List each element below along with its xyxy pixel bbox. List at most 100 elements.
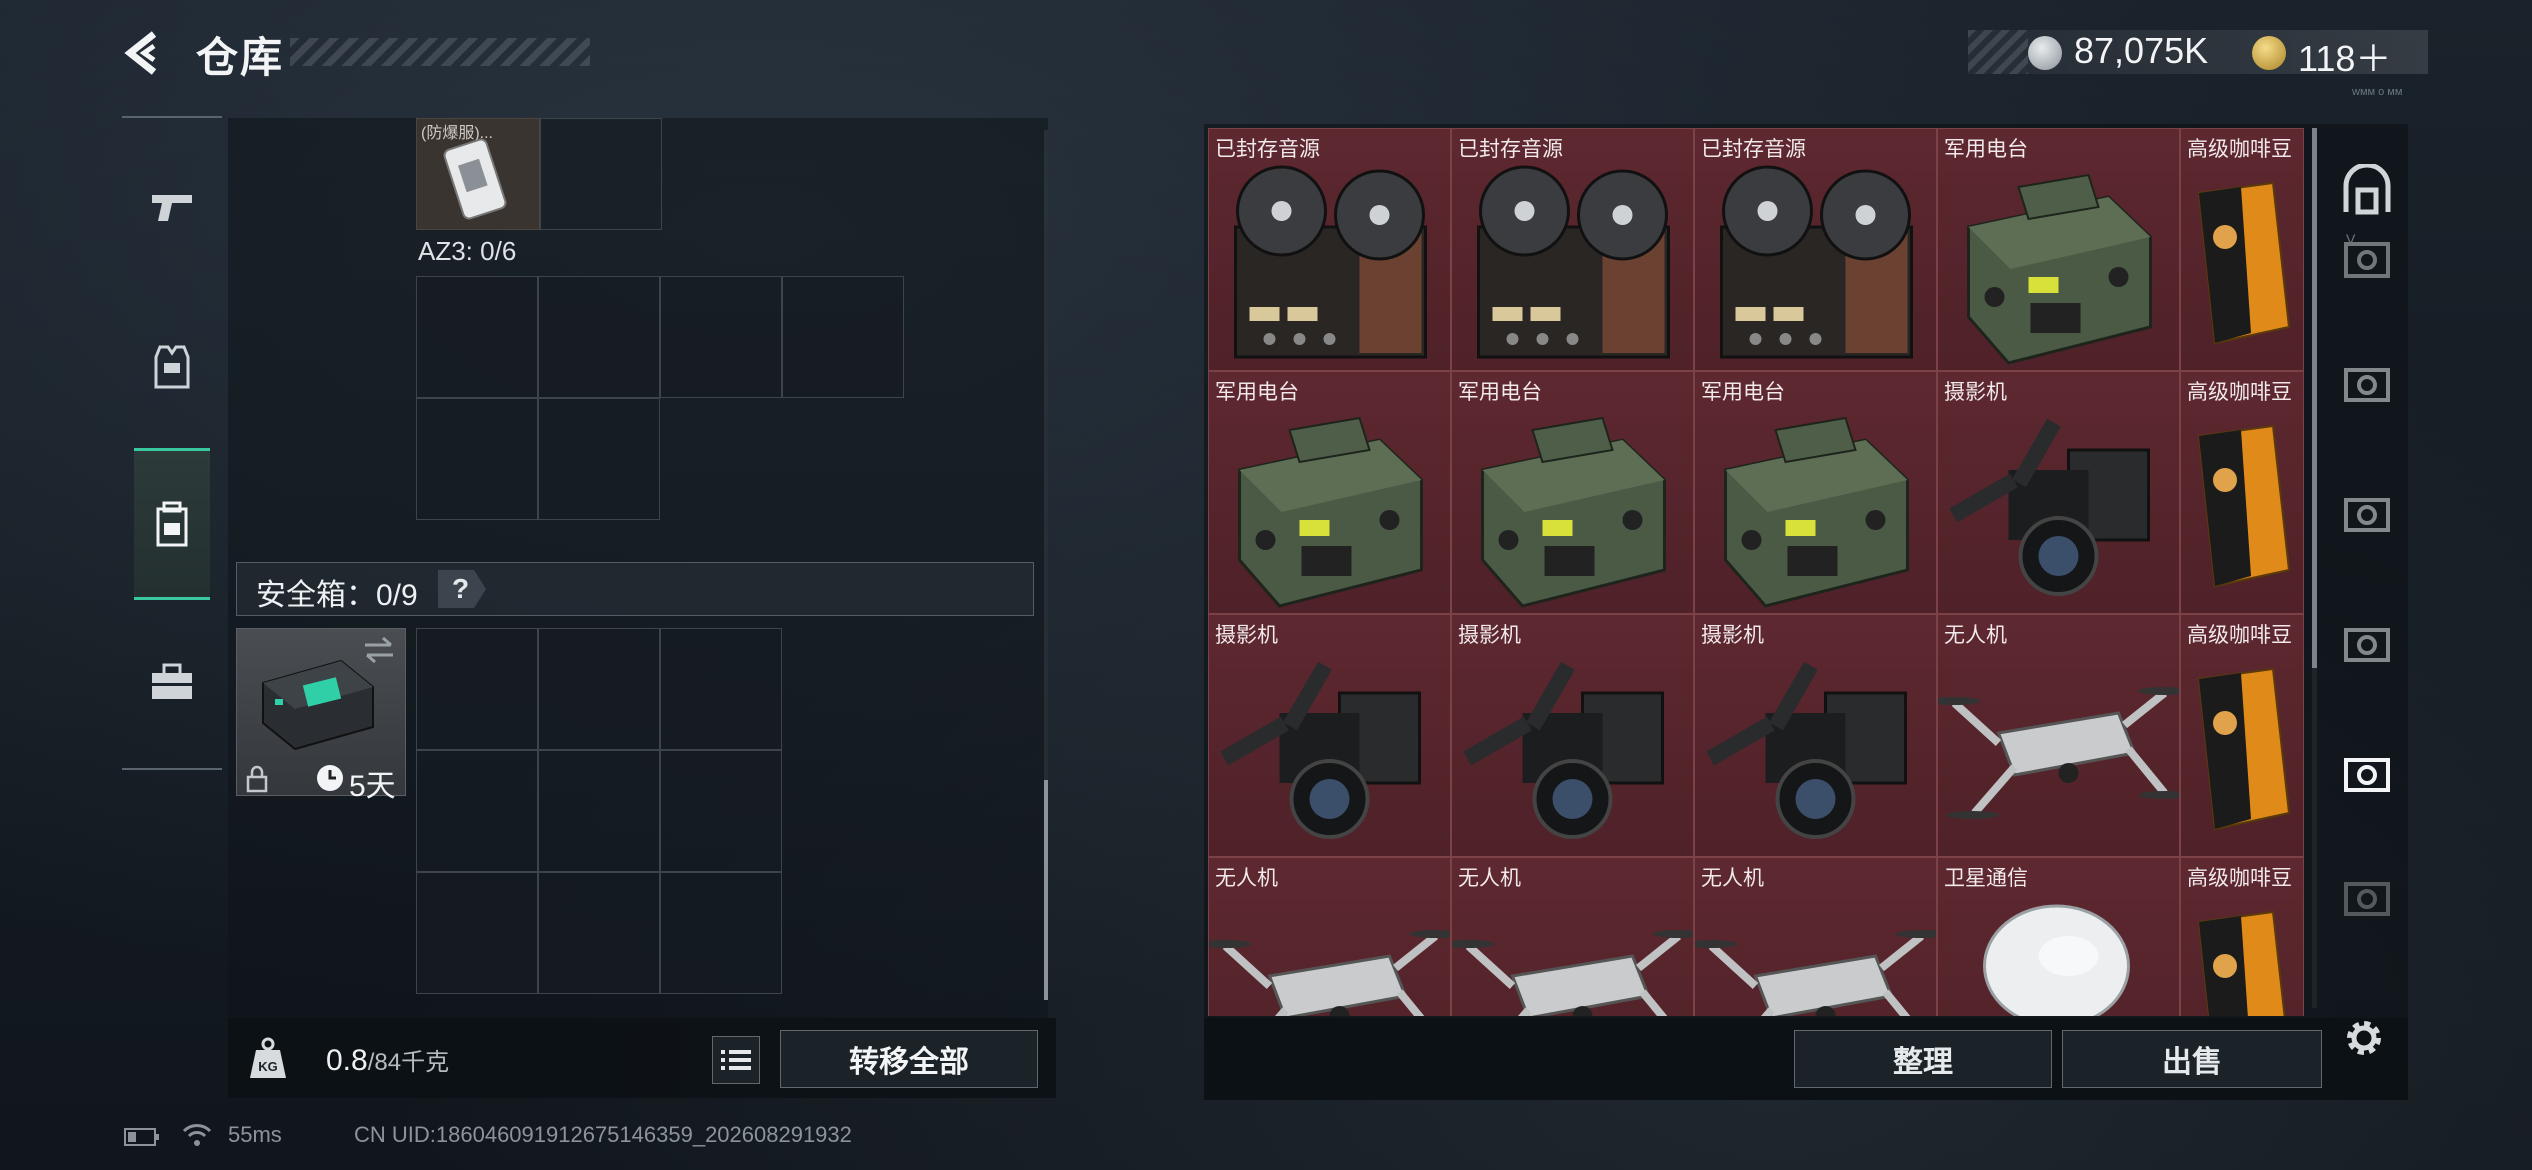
coffee-bag-icon bbox=[2197, 181, 2291, 345]
weight-capacity: /84千克 bbox=[367, 1049, 450, 1076]
sell-button[interactable]: 出售 bbox=[2062, 1030, 2322, 1088]
kg-icon-text: KG bbox=[258, 1059, 278, 1074]
scrollbar-thumb[interactable] bbox=[1044, 780, 1048, 1000]
reel-recorder-icon bbox=[1234, 165, 1427, 359]
grid-cell[interactable] bbox=[416, 628, 538, 750]
item-name-label: 军用电台 bbox=[1701, 381, 1785, 404]
list-icon bbox=[721, 1050, 751, 1070]
silver-coin-icon bbox=[2028, 36, 2062, 70]
gold-currency-value[interactable]: 118＋ bbox=[2298, 30, 2391, 82]
military-radio-icon bbox=[1967, 173, 2152, 365]
stash-item-cell[interactable]: 无人机 bbox=[1208, 857, 1451, 1016]
stash-page-icon[interactable]: V bbox=[2340, 234, 2394, 288]
stash-item-cell[interactable]: 摄影机 bbox=[1208, 614, 1451, 857]
grid-cell[interactable] bbox=[782, 276, 904, 398]
stash-item-cell[interactable]: 高级咖啡豆 bbox=[2180, 128, 2304, 371]
item-name-label: 卫星通信 bbox=[1944, 867, 2028, 890]
battery-icon bbox=[124, 1128, 159, 1146]
swap-icon[interactable] bbox=[361, 635, 397, 665]
stash-item-cell[interactable]: 已封存音源 bbox=[1694, 128, 1937, 371]
gear-icon[interactable] bbox=[2340, 1014, 2388, 1062]
item-name-label: 高级咖啡豆 bbox=[2187, 624, 2292, 647]
backpack-icon bbox=[156, 501, 188, 547]
stash-item-cell[interactable]: 军用电台 bbox=[1694, 371, 1937, 614]
gold-coin-icon bbox=[2252, 36, 2286, 70]
military-radio-icon bbox=[1724, 416, 1909, 608]
sort-button[interactable]: 整理 bbox=[1794, 1030, 2052, 1088]
lock-icon bbox=[246, 765, 268, 793]
safe-room-icon[interactable] bbox=[2340, 164, 2394, 218]
stash-item-cell[interactable]: 军用电台 bbox=[1937, 128, 2180, 371]
container-capacity-label: AZ3: 0/6 bbox=[418, 236, 517, 266]
stash-item-cell[interactable]: 高级咖啡豆 bbox=[2180, 371, 2304, 614]
stash-item-cell[interactable]: 军用电台 bbox=[1451, 371, 1694, 614]
equipped-item-slot[interactable]: (防爆服)... bbox=[416, 118, 540, 230]
item-name-label: 摄影机 bbox=[1458, 624, 1521, 647]
grid-cell[interactable] bbox=[538, 872, 660, 994]
ping-readout: 55ms bbox=[228, 1122, 282, 1147]
empty-slot[interactable] bbox=[540, 118, 662, 230]
military-radio-icon bbox=[1238, 416, 1423, 608]
stash-page-icon-active[interactable] bbox=[2340, 748, 2394, 802]
reel-recorder-icon bbox=[1720, 165, 1913, 359]
wifi-icon bbox=[182, 1124, 212, 1146]
film-camera-icon bbox=[1463, 661, 1664, 839]
grid-cell[interactable] bbox=[538, 628, 660, 750]
weight-readout: 0.8/84千克 bbox=[326, 1042, 449, 1078]
clock-icon bbox=[317, 765, 343, 791]
stash-item-cell[interactable]: 卫星通信 bbox=[1937, 857, 2180, 1016]
grid-cell[interactable] bbox=[538, 750, 660, 872]
safe-box-item[interactable]: 5天 bbox=[236, 628, 406, 803]
stash-item-cell[interactable]: 已封存音源 bbox=[1451, 128, 1694, 371]
title-decoration bbox=[290, 38, 590, 66]
grid-cell[interactable] bbox=[416, 276, 538, 398]
tab-toolbox[interactable] bbox=[134, 628, 210, 738]
silver-currency-value[interactable]: 87,075K bbox=[2074, 30, 2208, 72]
stash-item-cell[interactable]: 高级咖啡豆 bbox=[2180, 614, 2304, 857]
scrollbar-thumb[interactable] bbox=[2312, 128, 2317, 668]
grid-cell[interactable] bbox=[416, 750, 538, 872]
safe-box-label: 安全箱：0/9 bbox=[256, 579, 418, 612]
list-view-button[interactable] bbox=[712, 1036, 760, 1084]
stash-page-icon[interactable] bbox=[2340, 488, 2394, 542]
stash-item-cell[interactable]: 无人机 bbox=[1937, 614, 2180, 857]
briefcase-icon bbox=[152, 663, 192, 699]
tab-weapons[interactable] bbox=[134, 152, 210, 262]
stash-page-rail: V bbox=[2322, 128, 2408, 1008]
stash-item-cell[interactable]: 摄影机 bbox=[1451, 614, 1694, 857]
stash-item-cell[interactable]: 已封存音源 bbox=[1208, 128, 1451, 371]
page-title: 仓库 bbox=[196, 34, 285, 81]
item-name-label: 军用电台 bbox=[1215, 381, 1299, 404]
grid-cell[interactable] bbox=[416, 872, 538, 994]
stash-item-cell[interactable]: 军用电台 bbox=[1208, 371, 1451, 614]
grid-cell[interactable] bbox=[660, 276, 782, 398]
safe-box-grid bbox=[416, 628, 782, 994]
satellite-dish-icon bbox=[1983, 904, 2130, 1016]
stash-item-cell[interactable]: 无人机 bbox=[1694, 857, 1937, 1016]
item-name-label: 摄影机 bbox=[1215, 624, 1278, 647]
grid-cell[interactable] bbox=[538, 276, 660, 398]
item-name-label: 无人机 bbox=[1944, 624, 2007, 647]
film-camera-icon bbox=[1706, 661, 1907, 839]
duration-label: 5天 bbox=[349, 770, 396, 803]
tab-backpack[interactable] bbox=[134, 470, 210, 580]
stash-item-cell[interactable]: 无人机 bbox=[1451, 857, 1694, 1016]
grid-cell[interactable] bbox=[660, 750, 782, 872]
grid-cell[interactable] bbox=[538, 398, 660, 520]
transfer-all-button[interactable]: 转移全部 bbox=[780, 1030, 1038, 1088]
tab-armor[interactable] bbox=[134, 312, 210, 422]
drone-icon bbox=[1209, 930, 1450, 1016]
stash-page-icon[interactable] bbox=[2340, 358, 2394, 412]
grid-cell[interactable] bbox=[660, 872, 782, 994]
stash-item-cell[interactable]: 高级咖啡豆 bbox=[2180, 857, 2304, 1016]
svg-text:V: V bbox=[2346, 234, 2356, 247]
grid-cell[interactable] bbox=[416, 398, 538, 520]
stash-page-icon[interactable] bbox=[2340, 618, 2394, 672]
tiny-code-text: ᴡᴍᴍ ᴏ ᴍᴍ bbox=[2352, 86, 2403, 98]
stash-item-cell[interactable]: 摄影机 bbox=[1937, 371, 2180, 614]
item-name-label: 已封存音源 bbox=[1215, 138, 1320, 161]
stash-page-icon[interactable] bbox=[2340, 872, 2394, 926]
grid-cell[interactable] bbox=[660, 628, 782, 750]
back-arrow-icon[interactable] bbox=[120, 28, 170, 78]
stash-item-cell[interactable]: 摄影机 bbox=[1694, 614, 1937, 857]
